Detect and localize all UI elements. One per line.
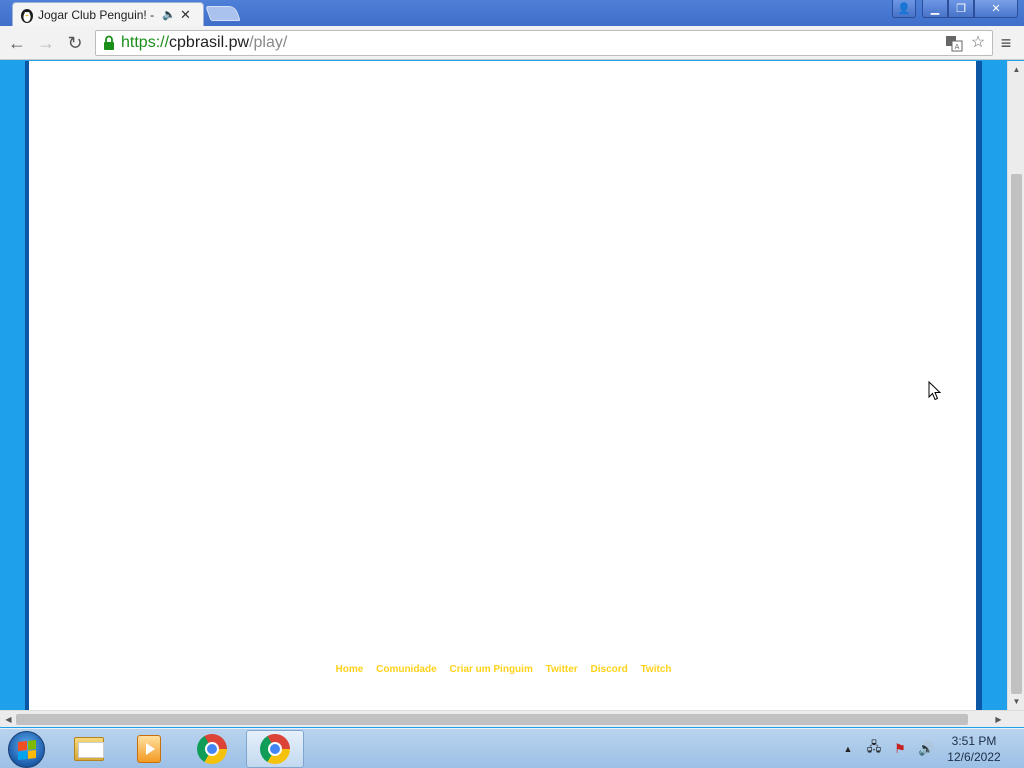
taskbar-chrome[interactable] <box>183 730 241 768</box>
chrome-icon <box>197 734 227 764</box>
footer-link-discord[interactable]: Discord <box>591 664 628 675</box>
action-center-flag-icon[interactable]: ⚑ <box>892 741 908 757</box>
footer-link-comunidade[interactable]: Comunidade <box>376 664 437 675</box>
link-separator: | <box>632 664 636 675</box>
media-player-icon <box>137 735 161 763</box>
windows-logo-icon <box>18 740 36 760</box>
reload-button[interactable]: ↻ <box>63 31 87 55</box>
taskbar-media-player[interactable] <box>120 730 178 768</box>
back-button[interactable]: ← <box>5 31 29 55</box>
restore-button[interactable]: ❐ <box>948 0 974 18</box>
system-tray: ▲ 🖧 ⚑ 🔊 <box>840 729 935 768</box>
taskbar-chrome-active[interactable] <box>246 730 304 768</box>
address-bar[interactable]: https://cpbrasil.pw/play/ A ☆ <box>95 30 993 56</box>
lock-icon <box>104 35 114 50</box>
game-canvas[interactable] <box>29 61 976 710</box>
system-clock[interactable]: 3:51 PM 12/6/2022 <box>938 733 1010 765</box>
scroll-down-icon[interactable]: ▼ <box>1008 693 1024 710</box>
forward-button[interactable]: → <box>34 31 58 55</box>
show-hidden-icons-icon[interactable]: ▲ <box>840 744 856 754</box>
close-window-button[interactable]: ✕ <box>974 0 1018 18</box>
scroll-up-icon[interactable]: ▲ <box>1008 61 1024 78</box>
link-separator: | <box>537 664 541 675</box>
clock-time: 3:51 PM <box>951 734 997 748</box>
user-icon[interactable]: 👤 <box>892 0 916 18</box>
mouse-cursor-icon <box>928 381 942 401</box>
footer-links: Home | Comunidade | Criar um Pinguim | Twitter… <box>0 664 1007 675</box>
clock-date: 12/6/2022 <box>947 750 1001 764</box>
title-bar: Jogar Club Penguin! - C 🔈 ✕ 👤 ▁ ❐ ✕ <box>0 0 1024 26</box>
page-viewport: Home | Comunidade | Criar um Pinguim | Twitter… <box>0 61 1007 710</box>
horizontal-scroll-thumb[interactable] <box>16 714 968 725</box>
link-separator: | <box>582 664 586 675</box>
url-text[interactable]: https://cpbrasil.pw/play/ <box>121 34 287 52</box>
new-tab-button[interactable] <box>205 6 241 21</box>
taskbar-explorer[interactable] <box>60 730 118 768</box>
footer-link-criar-pinguim[interactable]: Criar um Pinguim <box>449 664 532 675</box>
start-button[interactable] <box>8 731 45 768</box>
game-frame <box>25 61 982 710</box>
link-separator: | <box>441 664 445 675</box>
translate-icon[interactable]: A <box>944 33 964 53</box>
url-host: cpbrasil.pw <box>169 34 250 51</box>
network-icon[interactable]: 🖧 <box>866 738 882 760</box>
browser-toolbar: ← → ↻ https://cpbrasil.pw/play/ A ☆ ≡ <box>0 26 1024 60</box>
volume-icon[interactable]: 🔊 <box>918 741 934 757</box>
url-scheme: https:// <box>121 34 170 51</box>
footer-link-twitch[interactable]: Twitch <box>641 664 672 675</box>
tab-title: Jogar Club Penguin! - C <box>38 7 158 22</box>
copyright-text: ®2017-2022 Club Penguin Brasil. Club Pen… <box>201 684 806 709</box>
horizontal-scrollbar[interactable]: ◀ ▶ <box>0 710 1024 727</box>
tab-close-button[interactable]: ✕ <box>180 7 191 23</box>
folder-icon <box>74 737 104 761</box>
footer-link-home[interactable]: Home <box>336 664 364 675</box>
penguin-favicon-icon <box>21 8 33 23</box>
footer-link-twitter[interactable]: Twitter <box>546 664 578 675</box>
browser-tab[interactable]: Jogar Club Penguin! - C 🔈 ✕ <box>12 2 204 26</box>
link-separator: | <box>368 664 372 675</box>
minimize-button[interactable]: ▁ <box>922 0 948 18</box>
vertical-scrollbar[interactable]: ▲ ▼ <box>1007 61 1024 710</box>
window-controls: 👤 ▁ ❐ ✕ <box>892 0 1018 18</box>
bookmark-star-icon[interactable]: ☆ <box>968 33 988 53</box>
vertical-scroll-thumb[interactable] <box>1011 174 1022 694</box>
speaker-icon[interactable]: 🔈 <box>162 8 176 21</box>
svg-text:A: A <box>955 43 960 51</box>
windows-taskbar: ▲ 🖧 ⚑ 🔊 3:51 PM 12/6/2022 <box>0 728 1024 768</box>
scroll-left-icon[interactable]: ◀ <box>0 711 17 728</box>
chrome-icon <box>260 734 290 764</box>
scroll-right-icon[interactable]: ▶ <box>990 711 1007 728</box>
url-path: /play/ <box>249 34 288 51</box>
chrome-menu-button[interactable]: ≡ <box>994 31 1018 55</box>
